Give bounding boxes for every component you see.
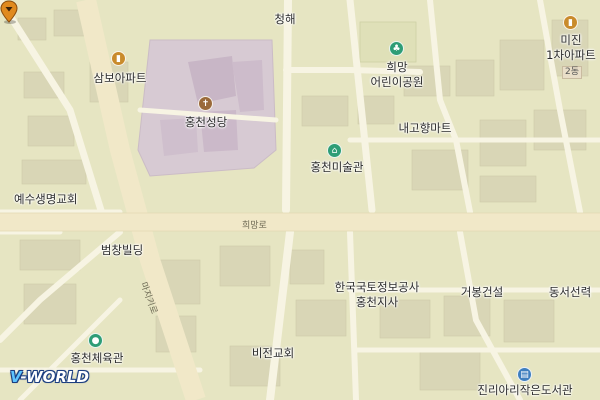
label-yesu-church[interactable]: 예수생명교회 xyxy=(14,192,77,206)
label-lx-2[interactable]: 홍천지사 xyxy=(356,295,398,309)
label-jinri-library[interactable]: 진리아리작은도서관 xyxy=(477,383,572,397)
label-geobong[interactable]: 거봉건설 xyxy=(461,285,503,299)
church-icon[interactable]: ✝ xyxy=(198,96,213,111)
gym-icon[interactable]: ● xyxy=(88,333,103,348)
label-hongcheon-gym[interactable]: 홍천체육관 xyxy=(71,351,124,365)
park-icon[interactable]: ♣ xyxy=(389,41,404,56)
map-canvas[interactable]: 희망로 마지기로 ▮ ✝ ⌂ ♣ ● ▤ ▮ 청해 희망 어린이공원 미진 1차… xyxy=(0,0,600,400)
label-huimang-park-2[interactable]: 어린이공원 xyxy=(371,75,424,89)
mijin-unit-badge: 2동 xyxy=(562,66,583,79)
label-mijin-1[interactable]: 미진 xyxy=(560,33,581,47)
label-dongseo-bookstore[interactable]: 동서선력 xyxy=(549,285,591,299)
label-lx-1[interactable]: 한국국토정보공사 xyxy=(335,280,420,294)
vworld-logo: V-WORLD xyxy=(10,368,89,386)
label-mijin-2[interactable]: 1차아파트 xyxy=(546,48,596,62)
label-hongcheon-cathedral[interactable]: 홍천성당 xyxy=(185,115,227,129)
apartment-icon-mijin[interactable]: ▮ xyxy=(563,15,578,30)
library-icon[interactable]: ▤ xyxy=(517,367,532,382)
label-vision-church[interactable]: 비전교회 xyxy=(252,346,294,360)
label-cheonghae[interactable]: 청해 xyxy=(274,12,295,26)
museum-icon[interactable]: ⌂ xyxy=(327,143,342,158)
label-sambo-apt[interactable]: 삼보아파트 xyxy=(94,71,147,85)
label-huimang-park-1[interactable]: 희망 xyxy=(386,60,407,74)
label-naegohyang-mart[interactable]: 내고향마트 xyxy=(399,121,452,135)
label-hongcheon-art-museum[interactable]: 홍천미술관 xyxy=(311,160,364,174)
label-beomchang-building[interactable]: 범창빌딩 xyxy=(101,243,143,257)
apartment-icon[interactable]: ▮ xyxy=(111,51,126,66)
location-pin-icon[interactable] xyxy=(0,0,18,24)
road-label-huimang-ro: 희망로 xyxy=(242,221,267,231)
